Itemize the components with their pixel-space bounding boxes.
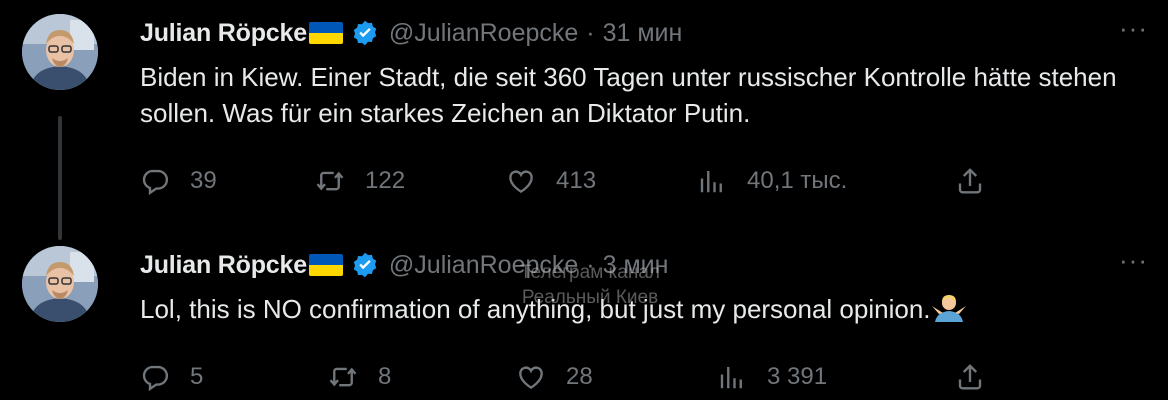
share-icon xyxy=(958,168,982,194)
ukraine-flag-icon xyxy=(308,22,343,44)
tweet-text: Biden in Kiew. Einer Stadt, die seit 360… xyxy=(140,62,1117,128)
like-count: 28 xyxy=(566,363,593,390)
reply-button[interactable]: 5 xyxy=(140,360,203,394)
avatar[interactable] xyxy=(22,246,98,322)
views-button[interactable]: 40,1 тыс. xyxy=(697,164,847,198)
tweet-1[interactable]: Julian Röpcke @JulianRoepcke · 31 мин ··… xyxy=(0,0,1168,240)
more-options-icon[interactable]: ··· xyxy=(1119,15,1148,41)
retweet-count: 8 xyxy=(378,363,392,390)
watermark-line-2: Реальный Киев xyxy=(521,287,659,308)
author-name[interactable]: Julian Röpcke xyxy=(140,19,307,48)
reply-button[interactable]: 39 xyxy=(140,164,217,198)
reply-count: 39 xyxy=(190,167,217,194)
like-button[interactable]: 28 xyxy=(516,360,593,394)
separator: · xyxy=(586,18,595,47)
heart-icon xyxy=(519,366,543,390)
more-options-icon[interactable]: ··· xyxy=(1119,247,1148,273)
timestamp[interactable]: 31 мин xyxy=(603,19,683,48)
retweet-icon xyxy=(329,367,357,387)
verified-badge-icon xyxy=(353,20,377,46)
views-count: 40,1 тыс. xyxy=(747,167,848,194)
thread-line xyxy=(58,116,62,240)
reply-icon xyxy=(142,365,169,392)
retweet-count: 122 xyxy=(365,167,406,194)
share-button[interactable] xyxy=(955,164,985,198)
ukraine-flag-icon xyxy=(308,254,343,276)
views-icon xyxy=(720,367,742,389)
watermark: Телеграм канал Реальный Киев xyxy=(490,260,690,310)
share-button[interactable] xyxy=(955,360,985,394)
retweet-button[interactable]: 8 xyxy=(328,360,391,394)
views-count: 3 391 xyxy=(767,363,828,390)
retweet-button[interactable]: 122 xyxy=(315,164,405,198)
heart-icon xyxy=(509,170,533,194)
action-bar: 39 122 413 40,1 тыс. xyxy=(140,164,1040,198)
man-shrugging-emoji-icon xyxy=(931,292,967,324)
retweet-icon xyxy=(316,171,344,191)
watermark-line-1: Телеграм канал xyxy=(520,262,660,283)
reply-count: 5 xyxy=(190,363,204,390)
like-button[interactable]: 413 xyxy=(506,164,596,198)
views-icon xyxy=(700,171,722,193)
tweet-2[interactable]: Julian Röpcke @JulianRoepcke · 3 мин ···… xyxy=(0,232,1168,400)
avatar[interactable] xyxy=(22,14,98,90)
reply-icon xyxy=(142,169,169,196)
like-count: 413 xyxy=(556,167,597,194)
share-icon xyxy=(958,364,982,390)
action-bar: 5 8 28 3 391 xyxy=(140,360,1040,394)
author-handle[interactable]: @JulianRoepcke xyxy=(389,19,578,48)
author-name[interactable]: Julian Röpcke xyxy=(140,251,307,280)
tweet-header: Julian Röpcke @JulianRoepcke · 31 мин xyxy=(140,15,682,51)
verified-badge-icon xyxy=(353,252,377,278)
views-button[interactable]: 3 391 xyxy=(717,360,827,394)
